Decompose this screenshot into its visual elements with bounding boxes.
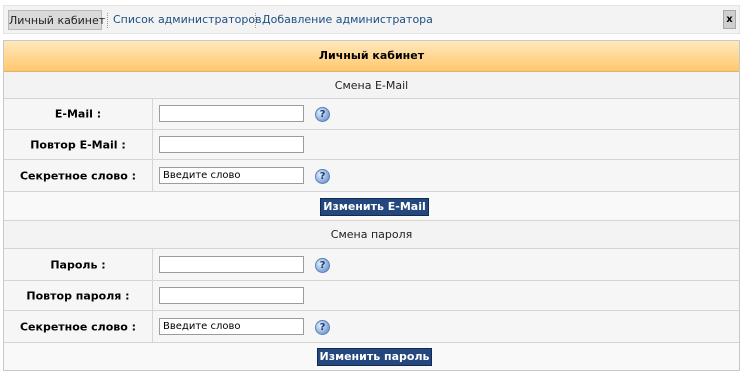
repeat-email-label: Повтор E-Mail : bbox=[4, 130, 153, 159]
question-mark-circle-icon[interactable]: ? bbox=[315, 169, 330, 184]
email-secret-row: Секретное слово : ? bbox=[4, 160, 739, 192]
change-email-button[interactable]: Изменить E-Mail bbox=[320, 198, 429, 216]
panel-title: Личный кабинет bbox=[4, 41, 739, 72]
email-label: E-Mail : bbox=[4, 99, 153, 129]
password-row: Пароль : ? bbox=[4, 249, 739, 281]
email-secret-label: Секретное слово : bbox=[4, 160, 153, 191]
password-label: Пароль : bbox=[4, 249, 153, 280]
close-icon[interactable]: x bbox=[723, 10, 736, 29]
tab-admin-list[interactable]: Список администраторов bbox=[113, 10, 262, 30]
repeat-password-field[interactable] bbox=[159, 287, 304, 304]
repeat-password-row: Повтор пароля : bbox=[4, 281, 739, 311]
email-row: E-Mail : ? bbox=[4, 99, 739, 130]
password-secret-row: Секретное слово : ? bbox=[4, 311, 739, 343]
email-secret-field[interactable] bbox=[159, 167, 304, 184]
repeat-email-row: Повтор E-Mail : bbox=[4, 130, 739, 160]
tab-personal-cabinet[interactable]: Личный кабинет bbox=[8, 10, 105, 30]
password-section-title: Смена пароля bbox=[4, 221, 739, 249]
tab-add-admin[interactable]: Добавление администратора bbox=[262, 10, 433, 30]
tab-separator bbox=[107, 13, 108, 28]
repeat-password-label: Повтор пароля : bbox=[4, 281, 153, 310]
question-mark-circle-icon[interactable]: ? bbox=[315, 258, 330, 273]
tab-separator bbox=[255, 13, 256, 28]
repeat-email-field[interactable] bbox=[159, 136, 304, 153]
password-secret-label: Секретное слово : bbox=[4, 311, 153, 342]
password-field[interactable] bbox=[159, 256, 304, 273]
email-submit-row: Изменить E-Mail bbox=[4, 192, 739, 221]
password-secret-field[interactable] bbox=[159, 318, 304, 335]
question-mark-circle-icon[interactable]: ? bbox=[315, 320, 330, 335]
tab-bar: Личный кабинет Список администраторов До… bbox=[3, 5, 740, 34]
change-password-button[interactable]: Изменить пароль bbox=[317, 348, 432, 366]
password-submit-row: Изменить пароль bbox=[4, 343, 739, 370]
personal-cabinet-panel: Личный кабинет Смена E-Mail E-Mail : ? П… bbox=[3, 40, 740, 371]
question-mark-circle-icon[interactable]: ? bbox=[315, 107, 330, 122]
email-field[interactable] bbox=[159, 105, 304, 122]
email-section-title: Смена E-Mail bbox=[4, 72, 739, 99]
